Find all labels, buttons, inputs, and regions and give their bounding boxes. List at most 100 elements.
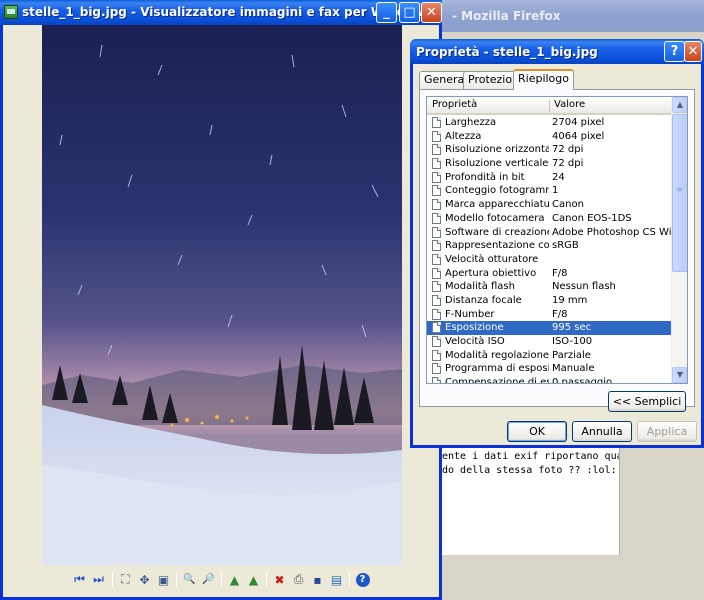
minimize-button[interactable]: _ xyxy=(376,2,397,23)
property-value: ISO-100 xyxy=(552,336,593,347)
property-value: 19 mm xyxy=(552,294,588,306)
column-header-property[interactable]: Proprietà xyxy=(432,99,477,110)
photo-display[interactable] xyxy=(42,25,402,565)
property-row[interactable]: Profondità in bit 24 xyxy=(427,171,673,185)
property-value: Canon xyxy=(552,199,584,211)
dialog-client-area: Generale Protezione Riepilogo Proprietà … xyxy=(413,64,701,445)
properties-list[interactable]: Proprietà Valore Larghezza 2704 pixel Alte… xyxy=(426,96,688,384)
property-value: F/8 xyxy=(552,267,568,279)
properties-dialog: Proprietà - stelle_1_big.jpg ? ✕ General… xyxy=(410,39,704,448)
property-row[interactable]: Modello fotocamera Canon EOS-1DS xyxy=(427,212,673,226)
document-icon xyxy=(432,212,441,224)
slideshow-button[interactable]: ▣ xyxy=(155,571,172,588)
property-row[interactable]: Altezza 4064 pixel xyxy=(427,130,673,144)
night-sky-photo xyxy=(42,25,402,565)
zoom-out-button[interactable]: 🔎 xyxy=(200,571,217,588)
property-rows: Larghezza 2704 pixel Altezza 4064 pixel Riso… xyxy=(427,116,673,383)
list-header: Proprietà Valore xyxy=(427,97,673,115)
column-divider[interactable] xyxy=(549,100,550,112)
property-row[interactable]: Risoluzione orizzontale 72 dpi xyxy=(427,143,673,157)
simple-view-button[interactable]: << Semplici xyxy=(608,391,686,412)
delete-button[interactable]: ✖ xyxy=(271,571,288,588)
tab-riepilogo[interactable]: Riepilogo xyxy=(513,69,575,90)
property-value: 24 xyxy=(552,171,565,183)
print-button[interactable]: ⎙ xyxy=(290,571,307,588)
property-row[interactable]: Modalità regolazione Parziale xyxy=(427,349,673,363)
property-name: Risoluzione verticale xyxy=(445,158,549,170)
property-value: 72 dpi xyxy=(552,144,584,156)
property-row[interactable]: Risoluzione verticale 72 dpi xyxy=(427,157,673,171)
property-row[interactable]: Software di creazione Adobe Photoshop CS … xyxy=(427,226,673,240)
image-viewer-window: stelle_1_big.jpg - Visualizzatore immagi… xyxy=(0,0,442,600)
help-button[interactable]: ? xyxy=(664,41,685,62)
maximize-button[interactable]: □ xyxy=(399,2,420,23)
previous-image-button[interactable]: ⏮ xyxy=(71,571,88,588)
property-row[interactable]: Velocità ISO ISO-100 xyxy=(427,335,673,349)
property-row[interactable]: Larghezza 2704 pixel xyxy=(427,116,673,130)
close-button[interactable]: ✕ xyxy=(421,2,442,23)
property-value: 2704 pixel xyxy=(552,117,605,128)
zoom-in-button[interactable]: 🔍 xyxy=(181,571,198,588)
viewer-titlebar[interactable]: stelle_1_big.jpg - Visualizzatore immagi… xyxy=(0,0,442,25)
property-name: Distanza focale xyxy=(445,294,522,306)
document-icon xyxy=(432,144,441,156)
property-row[interactable]: Rappresentazione coloresRGB xyxy=(427,239,673,253)
property-row[interactable]: Marca apparecchiatura Canon xyxy=(427,198,673,212)
actual-size-button[interactable]: ✥ xyxy=(136,571,153,588)
next-image-button[interactable]: ⏭ xyxy=(90,571,107,588)
dialog-titlebar[interactable]: Proprietà - stelle_1_big.jpg ? ✕ xyxy=(410,39,704,64)
property-row[interactable]: Esposizione 995 sec xyxy=(427,321,673,335)
edit-image-icon: ▤ xyxy=(330,572,343,587)
document-icon xyxy=(432,199,441,211)
document-icon xyxy=(432,117,441,128)
property-name: Larghezza xyxy=(445,117,497,128)
dialog-close-button[interactable]: ✕ xyxy=(684,41,702,62)
scroll-thumb[interactable]: ≡ xyxy=(672,114,687,272)
firefox-title: - Mozilla Firefox xyxy=(452,9,561,23)
viewer-client-area: ⏮ ⏭ ⛶ ✥ ▣ 🔍 🔎 ▲ ▲ ✖ ⎙ ▪ ▤ ? xyxy=(3,25,439,597)
property-value: F/8 xyxy=(552,308,568,320)
document-icon xyxy=(432,363,441,375)
list-scrollbar[interactable]: ▲ ≡ ▼ xyxy=(671,97,687,383)
forum-post-text[interactable]: ente i dati exif riportano quasi il do d… xyxy=(440,445,620,555)
rotate-cw-icon: ▲ xyxy=(229,572,240,587)
property-row[interactable]: Conteggio fotogrammi 1 xyxy=(427,184,673,198)
property-row[interactable]: Programma di esposizioneManuale xyxy=(427,362,673,376)
column-header-value[interactable]: Valore xyxy=(554,99,585,110)
delete-x-icon: ✖ xyxy=(274,572,285,587)
slideshow-icon: ▣ xyxy=(157,572,170,587)
property-name: Programma di esposizione xyxy=(445,363,549,375)
scroll-down-button[interactable]: ▼ xyxy=(672,367,687,383)
property-row[interactable]: Distanza focale 19 mm xyxy=(427,294,673,308)
rotate-counterclockwise-button[interactable]: ▲ xyxy=(245,571,262,588)
property-name: Profondità in bit xyxy=(445,171,525,183)
apply-button[interactable]: Applica xyxy=(637,421,697,442)
property-name: Modalità regolazione xyxy=(445,349,549,361)
firefox-titlebar[interactable]: - Mozilla Firefox xyxy=(440,0,704,32)
save-icon: ▪ xyxy=(313,572,322,587)
toolbar-separator xyxy=(112,572,113,587)
document-icon xyxy=(432,322,441,334)
zoom-in-icon: 🔍 xyxy=(183,574,196,585)
document-icon xyxy=(432,308,441,320)
save-copy-button[interactable]: ▪ xyxy=(309,571,326,588)
document-icon xyxy=(432,377,441,383)
property-row[interactable]: Velocità otturatore xyxy=(427,253,673,267)
scroll-up-button[interactable]: ▲ xyxy=(672,97,687,113)
cancel-button[interactable]: Annulla xyxy=(572,421,632,442)
property-row[interactable]: Apertura obiettivo F/8 xyxy=(427,267,673,281)
open-editor-button[interactable]: ▤ xyxy=(328,571,345,588)
help-button[interactable]: ? xyxy=(354,571,371,588)
ok-button[interactable]: OK xyxy=(507,421,567,442)
toolbar-separator xyxy=(176,572,177,587)
best-fit-button[interactable]: ⛶ xyxy=(117,571,134,588)
property-name: Esposizione xyxy=(445,322,504,334)
rotate-clockwise-button[interactable]: ▲ xyxy=(226,571,243,588)
toolbar-separator xyxy=(349,572,350,587)
best-fit-icon: ⛶ xyxy=(121,572,130,586)
document-icon xyxy=(432,281,441,293)
property-row[interactable]: F-Number F/8 xyxy=(427,308,673,322)
property-row[interactable]: Compensazione di espo...0 passaggio xyxy=(427,376,673,383)
property-value: Parziale xyxy=(552,349,591,361)
property-row[interactable]: Modalità flash Nessun flash xyxy=(427,280,673,294)
